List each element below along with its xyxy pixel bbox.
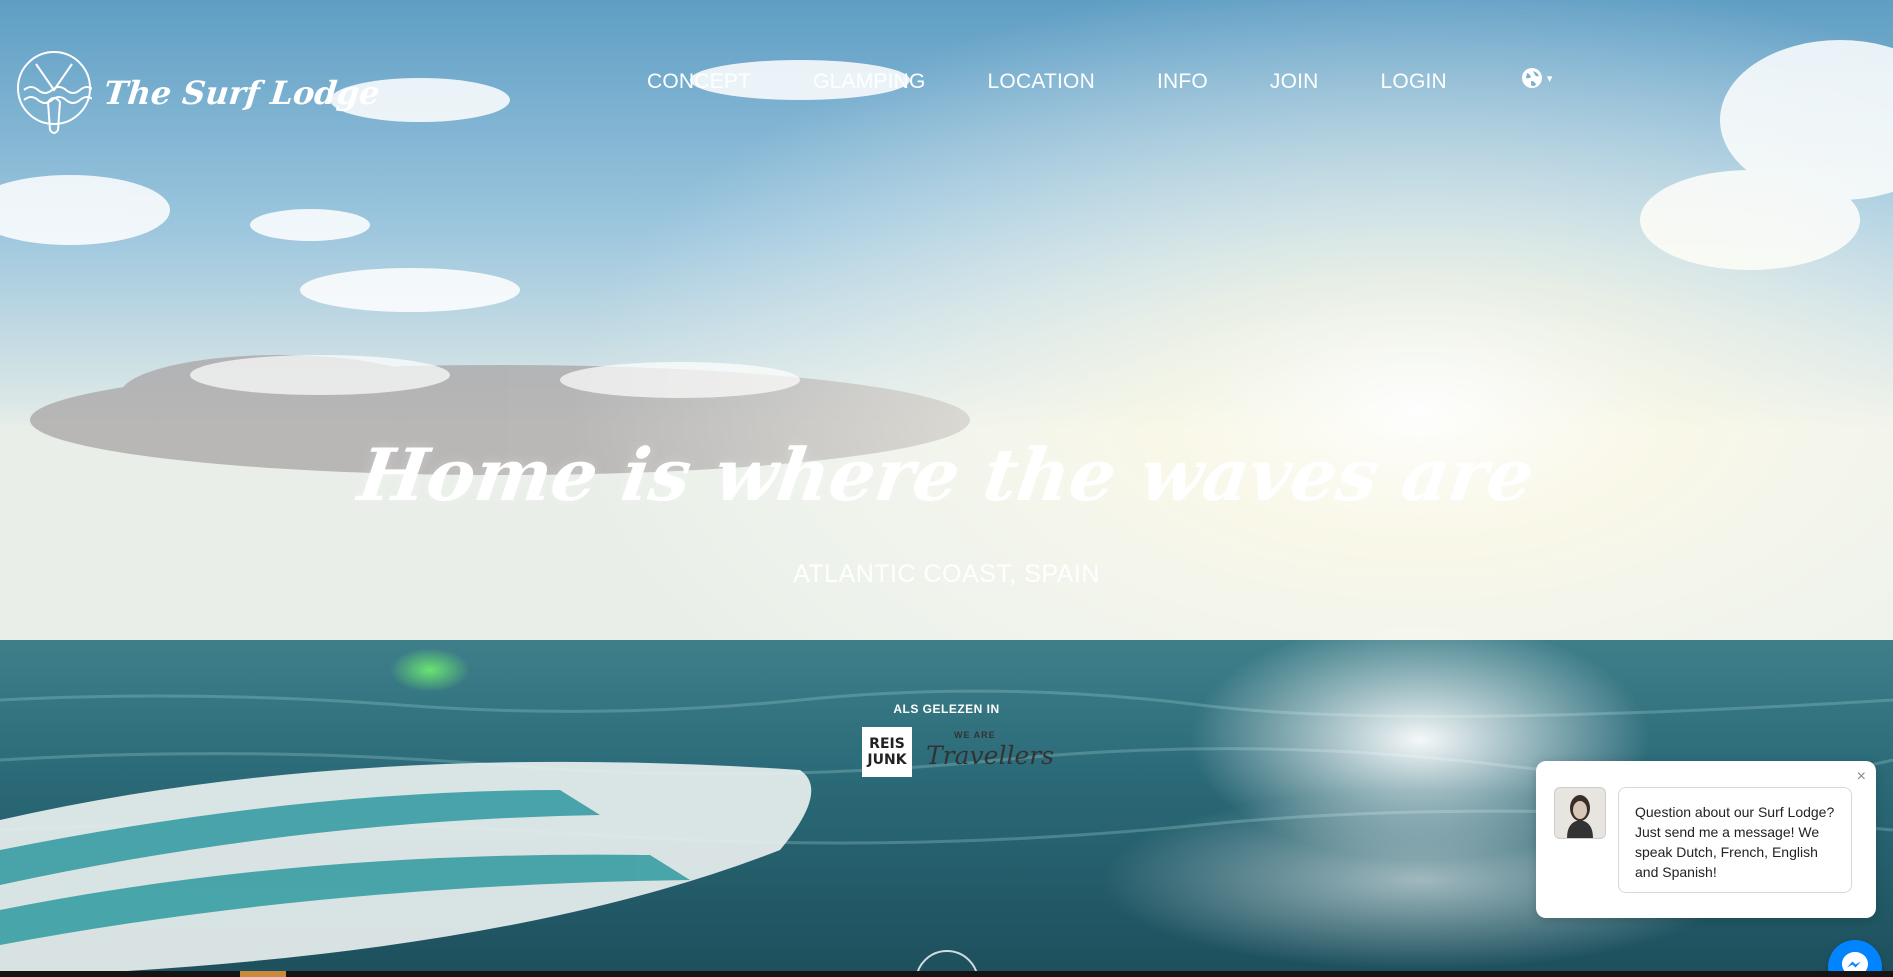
we-are-travellers-logo[interactable]: WE ARE Travellers bbox=[924, 727, 1054, 777]
travellers-logo-word: Travellers bbox=[926, 741, 1055, 770]
nav-item-concept[interactable]: CONCEPT bbox=[647, 70, 751, 94]
hero-headline: Home is where the waves are bbox=[353, 432, 1540, 517]
language-selector[interactable]: ▾ bbox=[1521, 67, 1553, 89]
chevron-down-icon: ▾ bbox=[1546, 72, 1553, 85]
main-navigation: CONCEPT GLAMPING LOCATION INFO JOIN LOGI… bbox=[647, 67, 1553, 94]
nav-item-location[interactable]: LOCATION bbox=[988, 70, 1095, 94]
press-label: ALS GELEZEN IN bbox=[893, 702, 1000, 716]
nav-item-login[interactable]: LOGIN bbox=[1381, 70, 1447, 94]
nav-item-join[interactable]: JOIN bbox=[1270, 70, 1319, 94]
agent-avatar bbox=[1554, 787, 1606, 839]
brand-name: The Surf Lodge bbox=[102, 74, 382, 112]
chat-message[interactable]: Question about our Surf Lodge? Just send… bbox=[1618, 787, 1852, 893]
agent-avatar-image bbox=[1555, 788, 1605, 838]
reis-junk-line1: REIS bbox=[869, 736, 905, 752]
bottom-bar bbox=[0, 971, 1893, 977]
nav-item-info[interactable]: INFO bbox=[1157, 70, 1208, 94]
hero-subheadline: ATLANTIC COAST, SPAIN bbox=[793, 560, 1100, 588]
nav-item-glamping[interactable]: GLAMPING bbox=[813, 70, 925, 94]
reis-junk-logo[interactable]: REIS JUNK bbox=[862, 727, 912, 777]
close-icon[interactable]: × bbox=[1857, 769, 1866, 785]
globe-icon bbox=[1521, 68, 1542, 88]
travellers-logo-top: WE ARE bbox=[954, 730, 996, 740]
surf-lodge-emblem-icon bbox=[17, 51, 92, 134]
reis-junk-line2: JUNK bbox=[867, 752, 907, 768]
hero-section: The Surf Lodge CONCEPT GLAMPING LOCATION… bbox=[0, 0, 1893, 977]
press-logos: REIS JUNK WE ARE Travellers bbox=[862, 727, 1054, 777]
chat-popup: × Question about our Surf Lodge? Just se… bbox=[1536, 761, 1876, 918]
bottom-bar-accent bbox=[240, 971, 286, 977]
site-logo[interactable]: The Surf Lodge bbox=[16, 50, 382, 136]
